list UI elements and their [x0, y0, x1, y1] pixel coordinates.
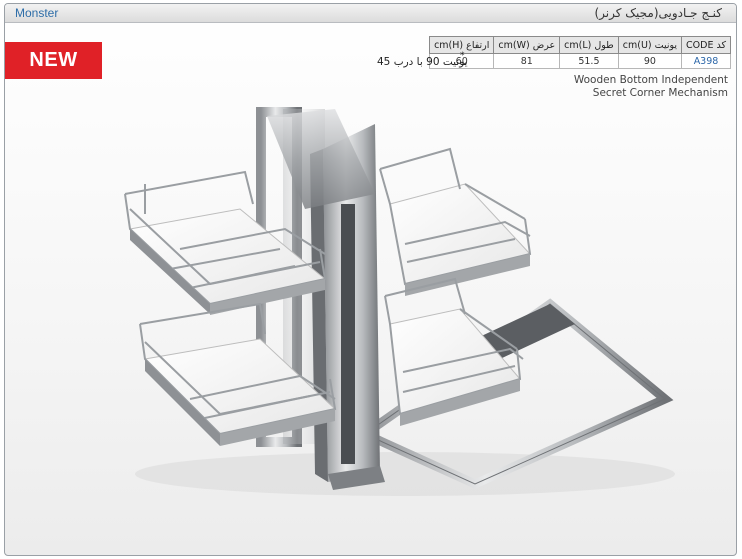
corner-mechanism-image: [124, 107, 675, 496]
catalog-card: Monster کنـج جـادویی(مجیک کرنر) NEW ارتف…: [4, 3, 737, 556]
